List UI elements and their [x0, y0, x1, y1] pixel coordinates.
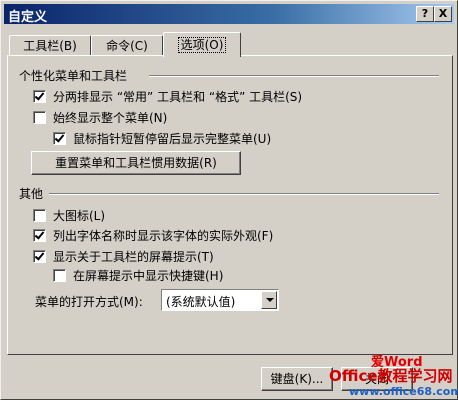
menu-animation-label: 菜单的打开方式(M):: [35, 295, 143, 309]
delay-full-menus-label: 鼠标指针短暂停留后显示完整菜单(U): [73, 132, 272, 146]
menu-animation-value: (系统默认值): [166, 295, 236, 309]
keyboard-button-label: 键盘(K)...: [270, 372, 324, 386]
large-icons-checkbox[interactable]: [33, 209, 46, 222]
help-icon: ?: [421, 7, 429, 20]
tab-options-label: 选项(O): [177, 37, 227, 53]
large-icons-label: 大图标(L): [53, 209, 106, 223]
tab-commands-label: 命令(C): [106, 39, 148, 53]
menu-animation-select[interactable]: (系统默认值): [161, 289, 279, 311]
shortcut-keys-label: 在屏幕提示中显示快捷键(H): [73, 269, 224, 283]
tab-toolbars[interactable]: 工具栏(B): [9, 35, 91, 56]
title-bar[interactable]: 自定义 ? X: [4, 4, 454, 25]
chevron-down-icon[interactable]: [261, 291, 277, 309]
font-preview-checkbox[interactable]: [33, 229, 46, 242]
full-menus-checkbox[interactable]: [33, 111, 46, 124]
other-group-title: 其他: [19, 187, 44, 201]
close-window-button[interactable]: X: [434, 6, 452, 22]
tab-commands[interactable]: 命令(C): [91, 35, 163, 56]
shortcut-keys-checkbox[interactable]: [53, 269, 66, 282]
group-divider: [149, 75, 439, 77]
tab-options[interactable]: 选项(O): [163, 32, 241, 57]
close-icon: X: [438, 7, 448, 20]
help-button[interactable]: ?: [416, 6, 434, 22]
personalized-group-title: 个性化菜单和工具栏: [19, 69, 128, 83]
watermark-title: Office教程学习网: [329, 367, 453, 385]
screen-tips-checkbox[interactable]: [33, 250, 46, 263]
group-divider: [49, 193, 439, 195]
two-rows-label: 分两排显示 “常用” 工具栏和 “格式” 工具栏(S): [53, 90, 303, 104]
tab-toolbars-label: 工具栏(B): [23, 39, 77, 53]
customize-dialog: 自定义 ? X 工具栏(B) 命令(C) 选项(O) 个性化菜单和工具栏 分两排…: [0, 0, 458, 400]
reset-usage-data-button[interactable]: 重置菜单和工具栏惯用数据(R): [31, 151, 241, 175]
delay-full-menus-checkbox[interactable]: [53, 132, 66, 145]
two-rows-checkbox[interactable]: [33, 90, 46, 103]
full-menus-label: 始终显示整个菜单(N): [53, 111, 168, 125]
screen-tips-label: 显示关于工具栏的屏幕提示(T): [53, 250, 214, 264]
font-preview-label: 列出字体名称时显示该字体的实际外观(F): [53, 229, 274, 243]
keyboard-button[interactable]: 键盘(K)...: [261, 367, 333, 391]
reset-usage-data-label: 重置菜单和工具栏惯用数据(R): [55, 156, 217, 170]
watermark-url: www.office68.com: [349, 385, 458, 398]
window-title: 自定义: [8, 10, 48, 25]
